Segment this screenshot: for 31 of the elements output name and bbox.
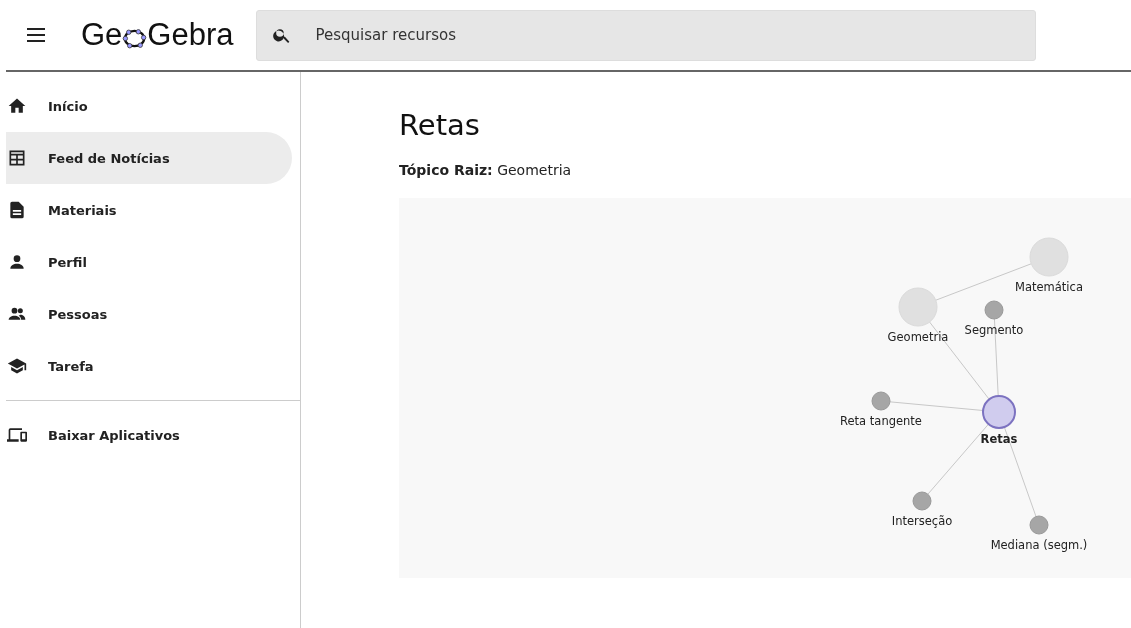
sidebar-item[interactable]: Materiais (6, 184, 292, 236)
graph-node[interactable] (984, 300, 1004, 320)
node-label: Matemática (1015, 280, 1083, 294)
menu-icon[interactable] (27, 28, 45, 42)
node-label: Segmento (964, 323, 1024, 337)
page-title: Retas (399, 108, 481, 142)
sidebar-item[interactable]: Baixar Aplicativos (6, 409, 292, 461)
node-label: Reta tangente (840, 414, 922, 428)
devices-icon (7, 425, 27, 445)
logo-text: Gebra (147, 17, 234, 53)
graph-node[interactable] (1029, 515, 1049, 535)
graduation-cap-icon (7, 356, 27, 376)
sidebar-item[interactable]: Perfil (6, 236, 292, 288)
sidebar-item[interactable]: Feed de Notícias (6, 132, 292, 184)
document-icon (7, 200, 27, 220)
person-icon (7, 252, 27, 272)
node-label: Interseção (891, 514, 953, 528)
home-icon (7, 96, 27, 116)
graph-node[interactable] (982, 395, 1016, 429)
newspaper-icon (7, 148, 27, 168)
sidebar-item[interactable]: Pessoas (6, 288, 292, 340)
logo-text: Ge (81, 17, 123, 53)
sidebar-item[interactable]: Início (6, 80, 292, 132)
node-label: Mediana (segm.) (990, 538, 1088, 552)
search-field[interactable]: Pesquisar recursos (255, 9, 1036, 61)
graph-node[interactable] (871, 391, 891, 411)
node-label: Geometria (887, 330, 949, 344)
sidebar-item[interactable]: Tarefa (6, 340, 292, 392)
root-topic-text: Tópico Raiz: Geometria (399, 162, 573, 178)
graph-node[interactable] (912, 491, 932, 511)
node-label: Retas (980, 432, 1018, 446)
